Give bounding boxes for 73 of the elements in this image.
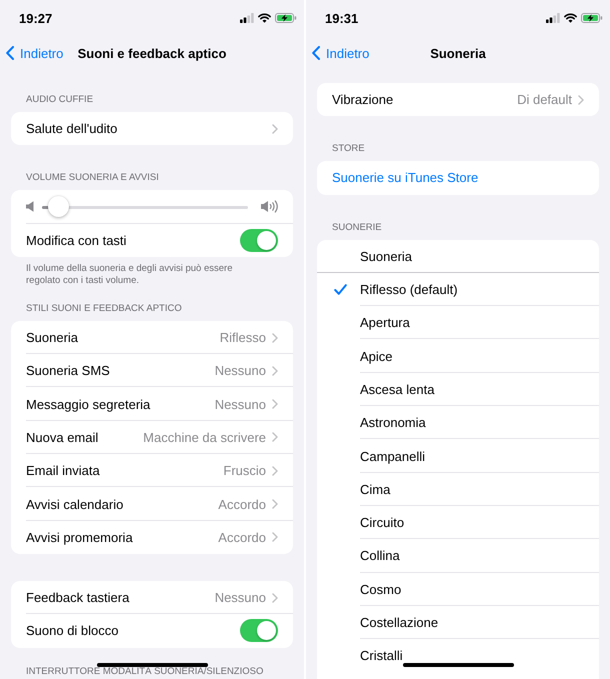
setting-label: Suono di blocco [26, 623, 119, 638]
ringtone-option[interactable]: Cristalli [317, 639, 599, 672]
chevron-right-icon [272, 124, 278, 134]
section-footer: Il volume della suoneria e degli avvisi può essere regolato con i tasti volume. [26, 262, 254, 287]
settings-row[interactable]: Avvisi calendario Accordo [11, 487, 293, 521]
nav-title: Suoni e feedback aptico [78, 46, 226, 60]
settings-row[interactable]: Avvisi promemoria Accordo [11, 520, 293, 554]
signal-icon [240, 13, 254, 23]
volume-low-icon [26, 201, 34, 212]
ringtone-option[interactable]: Circuito [317, 506, 599, 540]
status-time: 19:27 [19, 10, 52, 26]
ringtone-option[interactable]: Costellazione [317, 606, 599, 640]
row-value: Nessuno [214, 363, 266, 378]
settings-row[interactable]: Feedback tastiera Nessuno [11, 580, 293, 614]
chevron-right-icon [272, 466, 278, 476]
wifi-icon [258, 13, 271, 23]
ringtone-option[interactable]: Cosmo [317, 572, 599, 606]
settings-row[interactable]: Nuova email Macchine da scrivere [11, 420, 293, 454]
volume-slider-track[interactable] [42, 196, 248, 218]
checkmark-icon [334, 284, 347, 296]
signal-icon [546, 13, 560, 23]
section-header: STILI SUONI E FEEDBACK APTICO [26, 302, 182, 315]
chevron-right-icon [272, 399, 278, 410]
chevron-right-icon [578, 94, 584, 105]
section-header: INTERRUTTORE MODALITÀ SUONERIA/SILENZIOSO [26, 666, 264, 677]
ringtone-option[interactable]: Astronomia [317, 406, 599, 440]
section-header: AUDIO CUFFIE [26, 94, 94, 106]
settings-row[interactable]: Email inviata Fruscio [11, 454, 293, 488]
settings-row[interactable]: Suoneria Riflesso [11, 320, 293, 354]
toggle-switch[interactable] [240, 228, 278, 252]
section-header: STORE [332, 143, 365, 156]
row-value: Fruscio [223, 463, 266, 478]
battery-charging-icon [275, 13, 297, 23]
row-value: Riflesso [220, 330, 266, 346]
row-value: Accordo [218, 530, 266, 545]
ringtone-option[interactable]: Riflesso (default) [317, 272, 599, 306]
list-heading: Suoneria [360, 248, 412, 264]
row-value: Nessuno [214, 396, 266, 412]
section-header: VOLUME SUONERIA E AVVISI [26, 172, 159, 184]
nav-title: Suoneria [430, 46, 486, 60]
ringtone-option[interactable]: Cima [317, 472, 599, 506]
chevron-right-icon [272, 499, 278, 510]
toggle-switch[interactable] [240, 619, 278, 642]
chevron-right-icon [272, 332, 278, 343]
row-value: Di default [517, 92, 572, 108]
back-button[interactable]: Indietro [306, 44, 372, 62]
chevron-right-icon [272, 532, 278, 542]
status-time: 19:31 [325, 10, 358, 26]
slider-thumb[interactable] [48, 196, 69, 217]
ringtone-option[interactable]: Apice [317, 339, 599, 373]
ringtone-option[interactable]: Collina [317, 539, 599, 573]
volume-high-icon [261, 200, 279, 214]
ringtone-option[interactable]: Ascesa lenta [317, 372, 599, 406]
row-value: Macchine da scrivere [143, 430, 266, 445]
settings-row[interactable]: Salute dell'udito [11, 112, 293, 146]
ringtone-option[interactable]: Campanelli [317, 439, 599, 473]
chevron-right-icon [272, 366, 278, 376]
row-value: Nessuno [214, 590, 266, 606]
settings-row[interactable]: Suoneria SMS Nessuno [11, 354, 293, 388]
chevron-left-icon [6, 46, 14, 60]
section-header: SUONERIE [332, 222, 382, 234]
chevron-left-icon [312, 46, 320, 60]
setting-label: Modifica con tasti [26, 232, 126, 248]
store-link[interactable]: Suonerie su iTunes Store [317, 161, 599, 195]
row-value: Accordo [218, 496, 266, 512]
settings-row[interactable]: Vibrazione Di default [317, 83, 599, 116]
battery-charging-icon [581, 13, 603, 23]
ringtone-option[interactable]: Apertura [317, 306, 599, 340]
back-button[interactable]: Indietro [0, 44, 66, 62]
settings-row[interactable]: Messaggio segreteria Nessuno [11, 387, 293, 421]
wifi-icon [564, 13, 577, 23]
chevron-right-icon [272, 592, 278, 603]
chevron-right-icon [272, 432, 278, 442]
